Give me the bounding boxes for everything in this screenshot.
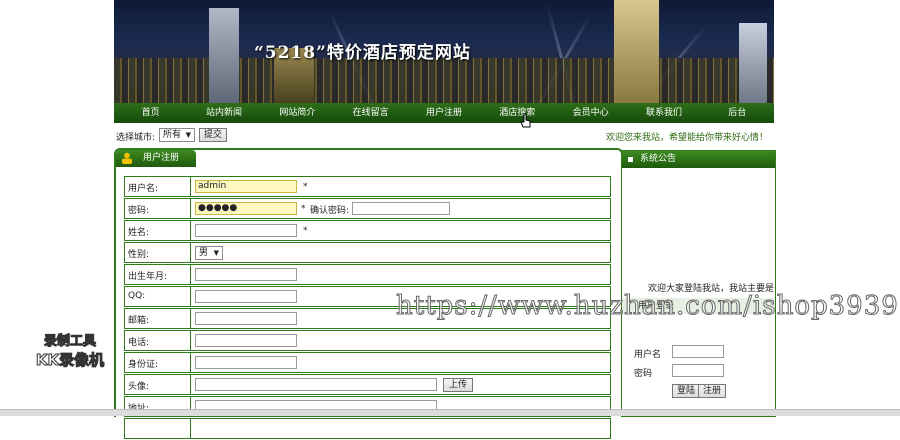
required-mark: * <box>303 182 308 192</box>
chevron-down-icon: ▼ <box>185 131 191 139</box>
nav-news[interactable]: 站内新闻 <box>187 103 260 123</box>
city-submit-button[interactable]: 提交 <box>199 128 227 142</box>
login-password-input[interactable] <box>672 364 724 377</box>
office-tower <box>614 0 659 103</box>
site-banner: “5218”特价酒店预定网站 <box>114 0 774 103</box>
square-bullet-icon <box>628 157 633 162</box>
recorder-line1: 录制工具 <box>43 334 96 350</box>
divider <box>190 199 191 218</box>
birth-input[interactable] <box>195 268 297 281</box>
login-button[interactable]: 登陆 <box>672 384 700 398</box>
idcard-label: 身份证: <box>128 360 159 370</box>
nav-register[interactable]: 用户注册 <box>407 103 480 123</box>
divider <box>190 309 191 328</box>
register-button[interactable]: 注册 <box>698 384 726 398</box>
username-label: 用户名: <box>128 184 159 194</box>
qq-input[interactable] <box>195 290 297 303</box>
recorder-logo: 录制工具 KK录像机 <box>24 330 116 370</box>
name-label: 姓名: <box>128 228 150 238</box>
sidebar-panel: 系统公告 欢迎大家登陆我站，我站主要是 用户登录 用户名 密码 登陆 注册 <box>621 150 776 417</box>
divider <box>190 419 191 438</box>
nav-hotel-search[interactable]: 酒店搜索 <box>481 103 554 123</box>
form-row-username: 用户名: admin * <box>124 176 611 197</box>
register-tab-title: 用户注册 <box>143 153 180 163</box>
divider <box>190 353 191 372</box>
phone-input[interactable] <box>195 334 297 347</box>
name-input[interactable] <box>195 224 297 237</box>
register-panel: 用户注册 用户名: admin * 密码: ●●●●● * 确认密码: 姓名: <box>114 148 623 439</box>
city-select[interactable]: 所有 ▼ <box>159 128 195 142</box>
confirm-password-label: 确认密码: <box>310 206 350 216</box>
form-row-name: 姓名: * <box>124 220 611 241</box>
password-label: 密码: <box>128 206 150 216</box>
nav-home[interactable]: 首页 <box>114 103 187 123</box>
welcome-text: 欢迎您来我站，希望能给你带来好心情！ <box>605 133 768 143</box>
divider <box>190 375 191 394</box>
birth-label: 出生年月: <box>128 272 168 282</box>
form-row-password: 密码: ●●●●● * 确认密码: <box>124 198 611 219</box>
divider <box>190 243 191 262</box>
password-input[interactable]: ●●●●● <box>195 202 297 215</box>
register-tab: 用户注册 <box>116 150 196 167</box>
required-mark: * <box>301 204 306 214</box>
city-label: 选择城市: <box>116 133 156 143</box>
notice-title: 系统公告 <box>640 154 677 164</box>
form-row-birth: 出生年月: <box>124 264 611 285</box>
divider <box>190 287 191 306</box>
gender-select-value: 男 <box>199 248 209 258</box>
confirm-password-input[interactable] <box>352 202 450 215</box>
divider <box>190 265 191 284</box>
form-row-avatar: 头像: 上传 <box>124 374 611 395</box>
divider <box>190 331 191 350</box>
spire-tower <box>739 23 767 103</box>
gender-label: 性别: <box>128 250 150 260</box>
recorder-line2: KK录像机 <box>35 351 105 370</box>
phone-label: 电话: <box>128 338 150 348</box>
login-username-label: 用户名 <box>634 350 662 360</box>
form-row-phone: 电话: <box>124 330 611 351</box>
city-toolbar: 选择城市: 所有 ▼ 提交 欢迎您来我站，希望能给你带来好心情！ <box>114 126 774 144</box>
username-input[interactable]: admin <box>195 180 297 193</box>
bank-tower <box>209 8 239 103</box>
nav-contact[interactable]: 联系我们 <box>627 103 700 123</box>
nav-message[interactable]: 在线留言 <box>334 103 407 123</box>
form-row-extra <box>124 418 611 439</box>
qq-label: QQ: <box>128 291 146 301</box>
upload-button[interactable]: 上传 <box>443 378 473 392</box>
nav-about[interactable]: 网站简介 <box>261 103 334 123</box>
city-select-value: 所有 <box>163 130 182 140</box>
login-username-input[interactable] <box>672 345 724 358</box>
watermark-text: https://www.huzhan.com/ishop39397 <box>395 291 900 322</box>
hand-cursor-icon <box>520 113 531 128</box>
site-title: “5218”特价酒店预定网站 <box>254 43 471 63</box>
nav-member-center[interactable]: 会员中心 <box>554 103 627 123</box>
form-row-gender: 性别: 男 ▼ <box>124 242 611 263</box>
form-row-idcard: 身份证: <box>124 352 611 373</box>
required-mark: * <box>303 226 308 236</box>
idcard-input[interactable] <box>195 356 297 369</box>
page: “5218”特价酒店预定网站 首页 站内新闻 网站简介 在线留言 用户注册 酒店… <box>114 0 776 439</box>
email-label: 邮箱: <box>128 316 150 326</box>
login-password-label: 密码 <box>634 369 653 379</box>
avatar-label: 头像: <box>128 382 150 392</box>
chevron-down-icon: ▼ <box>213 249 219 257</box>
gender-select[interactable]: 男 ▼ <box>195 246 223 260</box>
divider <box>190 177 191 196</box>
nav-admin[interactable]: 后台 <box>701 103 774 123</box>
user-icon <box>122 152 132 164</box>
main-nav: 首页 站内新闻 网站简介 在线留言 用户注册 酒店搜索 会员中心 联系我们 后台 <box>114 103 774 123</box>
notice-header: 系统公告 <box>622 151 775 168</box>
avatar-path-input[interactable] <box>195 378 437 391</box>
divider <box>190 221 191 240</box>
email-input[interactable] <box>195 312 297 325</box>
